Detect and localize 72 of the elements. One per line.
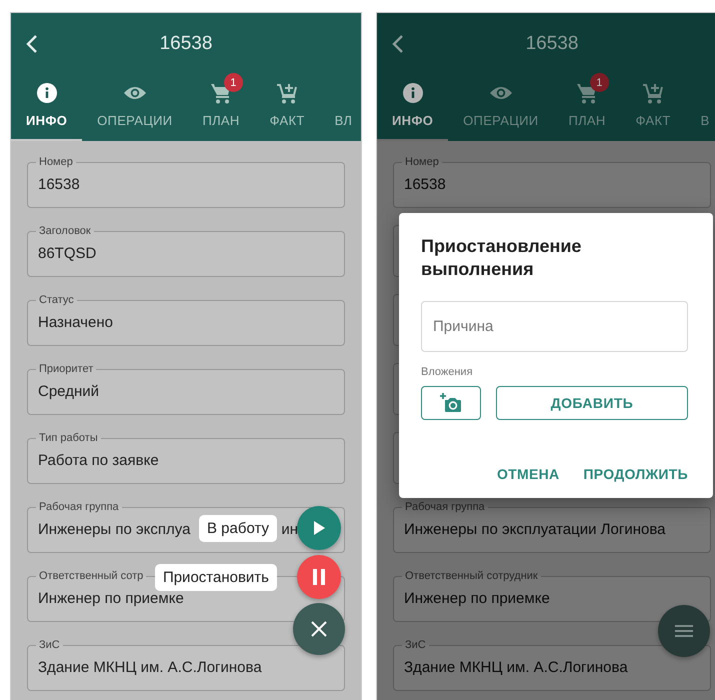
text-field[interactable]: Статус Назначено (27, 294, 345, 346)
pause-button[interactable] (297, 555, 341, 599)
text-field[interactable]: Ответственный сотрудник Инженер по приемке (393, 570, 711, 622)
eye-icon (488, 85, 513, 101)
field-label: ЗиС (38, 639, 61, 651)
tab[interactable]: ОПЕРАЦИИ (448, 75, 554, 141)
field-label: Номер (38, 156, 74, 168)
back-icon[interactable] (25, 34, 39, 54)
tab[interactable]: ВЛ (320, 75, 361, 141)
continue-button[interactable]: ПРОДОЛЖИТЬ (583, 466, 688, 482)
add-button[interactable]: ДОБАВИТЬ (496, 386, 688, 420)
field-value: Инженеры по эксплуатации Логинова (404, 521, 666, 539)
tab[interactable]: 1 ПЛАН (553, 75, 621, 141)
info-icon (36, 83, 57, 103)
field-value: Средний (38, 383, 100, 401)
text-field[interactable]: Рабочая группа Инженеры по эксплуатации Логинова (393, 501, 711, 553)
field-label: ЗиС (404, 639, 427, 651)
field-value: Здание МКНЦ им. А.С.Логинова (38, 659, 263, 677)
field-value: ин (281, 521, 298, 539)
tab[interactable]: ФАКТ (254, 75, 320, 141)
text-field[interactable]: Номер 16538 (393, 156, 711, 208)
action-tooltip: В работу (199, 514, 277, 542)
screen-title: 16538 (526, 33, 578, 54)
field-label: Ответственный сотр (38, 570, 144, 582)
field-label: Приоритет (38, 363, 94, 375)
tab[interactable]: ФАКТ (620, 75, 686, 141)
cart-plus-icon (642, 82, 664, 104)
tab[interactable]: В (686, 75, 715, 141)
field-label: Тип работы (38, 432, 99, 444)
camera-plus-icon (440, 393, 462, 413)
cancel-button[interactable]: ОТМЕНА (496, 466, 560, 482)
tab[interactable]: ИНФО (11, 75, 82, 141)
field-value: 16538 (38, 176, 81, 194)
field-label: Статус (38, 294, 75, 306)
pause-icon (313, 569, 325, 585)
field-value: Назначено (38, 314, 114, 332)
tab[interactable]: ИНФО (377, 75, 448, 141)
add-photo-button[interactable] (421, 386, 481, 420)
back-icon[interactable] (391, 34, 405, 54)
screen-title: 16538 (160, 33, 212, 54)
field-value: 86TQSD (38, 245, 98, 263)
field-value: 16538 (404, 176, 447, 194)
field-label: Рабочая группа (38, 501, 120, 513)
close-icon (311, 621, 327, 637)
text-field[interactable]: Номер 16538 (27, 156, 345, 208)
field-value: Инженеры по эксплуа (38, 521, 190, 539)
count-badge: 1 (590, 73, 610, 92)
field-label: Номер (404, 156, 440, 168)
field-label: Ответственный сотрудник (404, 570, 539, 582)
field-label: Заголовок (38, 225, 92, 237)
field-value: Инженер по приемке (38, 590, 185, 608)
attachments-label: Вложения (421, 366, 474, 378)
eye-icon (122, 85, 147, 101)
play-icon (313, 521, 325, 535)
menu-icon (675, 625, 693, 637)
text-field[interactable]: Тип работы Работа по заявке (27, 432, 345, 484)
action-tooltip: Приостановить (154, 564, 277, 590)
field-value: Инженер по приемке (404, 590, 551, 608)
field-label: Рабочая группа (404, 501, 486, 513)
field-value: Здание МКНЦ им. А.С.Логинова (404, 659, 629, 677)
info-icon (402, 83, 423, 103)
text-field[interactable]: Заголовок 86TQSD (27, 225, 345, 277)
reason-field[interactable]: Причина (421, 301, 688, 352)
field-value: Работа по заявке (38, 452, 160, 470)
count-badge: 1 (224, 73, 244, 92)
dialog-title: Приостановление выполнения (421, 235, 582, 281)
text-field[interactable]: ЗиС Здание МКНЦ им. А.С.Логинова (393, 639, 711, 691)
text-field[interactable]: ЗиС Здание МКНЦ им. А.С.Логинова (27, 639, 345, 691)
text-field[interactable]: Приоритет Средний (27, 363, 345, 415)
cart-plus-icon (276, 82, 298, 104)
tab[interactable]: ОПЕРАЦИИ (82, 75, 188, 141)
tab[interactable]: 1 ПЛАН (187, 75, 255, 141)
